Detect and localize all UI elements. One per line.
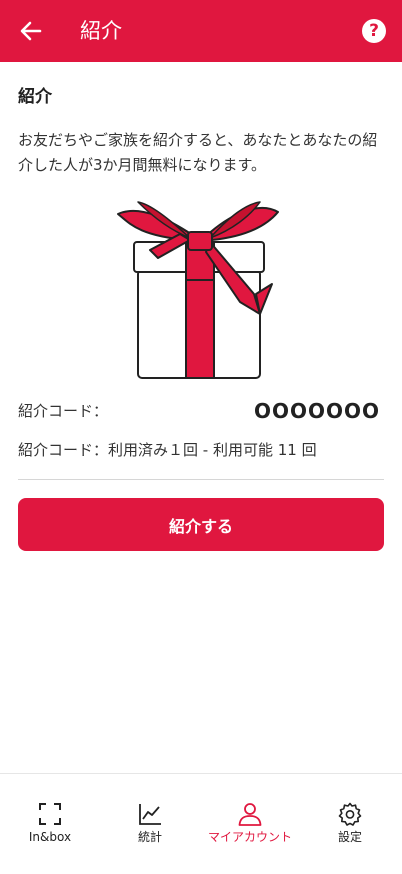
referral-code-value: OOOOOOO xyxy=(253,399,380,423)
nav-item-stats[interactable]: 統計 xyxy=(100,774,200,874)
nav-label-my-account: マイアカウント xyxy=(207,830,292,844)
arrow-left-icon xyxy=(20,21,42,41)
nav-label-settings: 設定 xyxy=(337,830,362,844)
user-icon xyxy=(238,803,262,826)
nav-label-stats: 統計 xyxy=(137,830,162,844)
nav-item-my-account[interactable]: マイアカウント xyxy=(200,774,300,874)
bottom-nav: In&box 統計 マイアカウント 設定 xyxy=(0,773,402,874)
scan-frame-icon xyxy=(39,803,61,825)
app-bar: 紹介 ? xyxy=(0,0,402,62)
nav-item-inbox[interactable]: In&box xyxy=(0,774,100,874)
refer-button[interactable]: 紹介する xyxy=(18,498,384,551)
referral-usage-text: 紹介コード：利用済み１回 - 利用可能 11 回 xyxy=(18,441,317,459)
section-heading: 紹介 xyxy=(18,87,52,107)
help-button[interactable]: ? xyxy=(362,19,386,43)
nav-label-inbox: In&box xyxy=(28,830,72,844)
gift-box-illustration xyxy=(117,201,279,379)
back-button[interactable] xyxy=(14,16,48,46)
referral-code-label: 紹介コード： xyxy=(18,402,109,420)
gear-icon xyxy=(338,802,362,826)
nav-item-settings[interactable]: 設定 xyxy=(300,774,400,874)
page-title: 紹介 xyxy=(80,19,122,43)
line-chart-icon xyxy=(139,804,161,825)
help-circle-icon: ? xyxy=(369,21,379,41)
divider xyxy=(18,479,384,480)
referral-description: お友だちやご家族を紹介すると、あなたとあなたの紹介した人が3か月間無料になります… xyxy=(18,131,378,174)
